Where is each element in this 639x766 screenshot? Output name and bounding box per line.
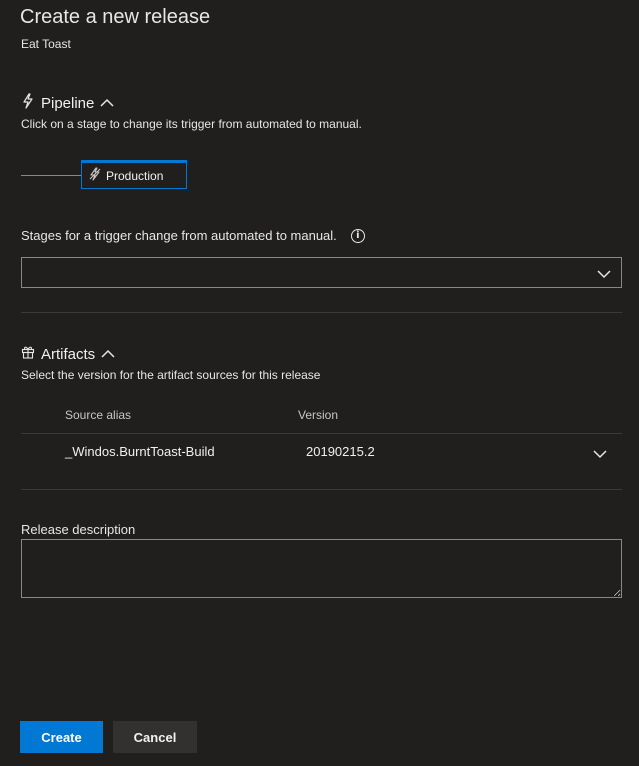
pipeline-description: Click on a stage to change its trigger f…	[21, 117, 362, 131]
section-divider	[21, 312, 622, 313]
pipeline-name: Eat Toast	[21, 37, 71, 51]
release-description-input[interactable]	[21, 539, 622, 598]
pipeline-connector	[21, 175, 81, 176]
column-header-source-alias: Source alias	[65, 408, 132, 422]
table-row: _Windos.BurntToast-Build 20190215.2	[21, 434, 622, 470]
info-icon[interactable]: i	[350, 228, 365, 243]
artifacts-description: Select the version for the artifact sour…	[21, 368, 321, 382]
gift-icon	[21, 345, 35, 363]
trigger-change-label: Stages for a trigger change from automat…	[21, 228, 337, 243]
chevron-down-icon[interactable]	[597, 266, 611, 284]
version-chevron-down-icon[interactable]	[593, 446, 607, 464]
artifact-alias: _Windos.BurntToast-Build	[65, 444, 215, 459]
pipeline-section-header[interactable]: Pipeline	[21, 93, 114, 113]
section-divider	[21, 489, 622, 490]
artifacts-heading: Artifacts	[41, 345, 96, 363]
artifacts-section-header[interactable]: Artifacts	[21, 345, 115, 363]
trigger-change-label-row: Stages for a trigger change from automat…	[21, 228, 365, 243]
column-header-version: Version	[298, 408, 339, 422]
chevron-up-icon[interactable]	[100, 95, 114, 112]
page-title: Create a new release	[20, 6, 211, 28]
release-description-label: Release description	[21, 522, 136, 537]
chevron-up-icon[interactable]	[101, 346, 115, 363]
stage-label: Production	[106, 168, 164, 183]
create-button[interactable]: Create	[20, 721, 103, 753]
stage-production[interactable]: Production	[81, 160, 187, 189]
lightning-icon	[21, 93, 35, 113]
trigger-change-dropdown[interactable]	[21, 257, 622, 288]
artifact-version[interactable]: 20190215.2	[306, 444, 375, 459]
cancel-button[interactable]: Cancel	[113, 721, 197, 753]
pipeline-heading: Pipeline	[41, 94, 95, 112]
lightning-off-icon	[88, 167, 102, 184]
